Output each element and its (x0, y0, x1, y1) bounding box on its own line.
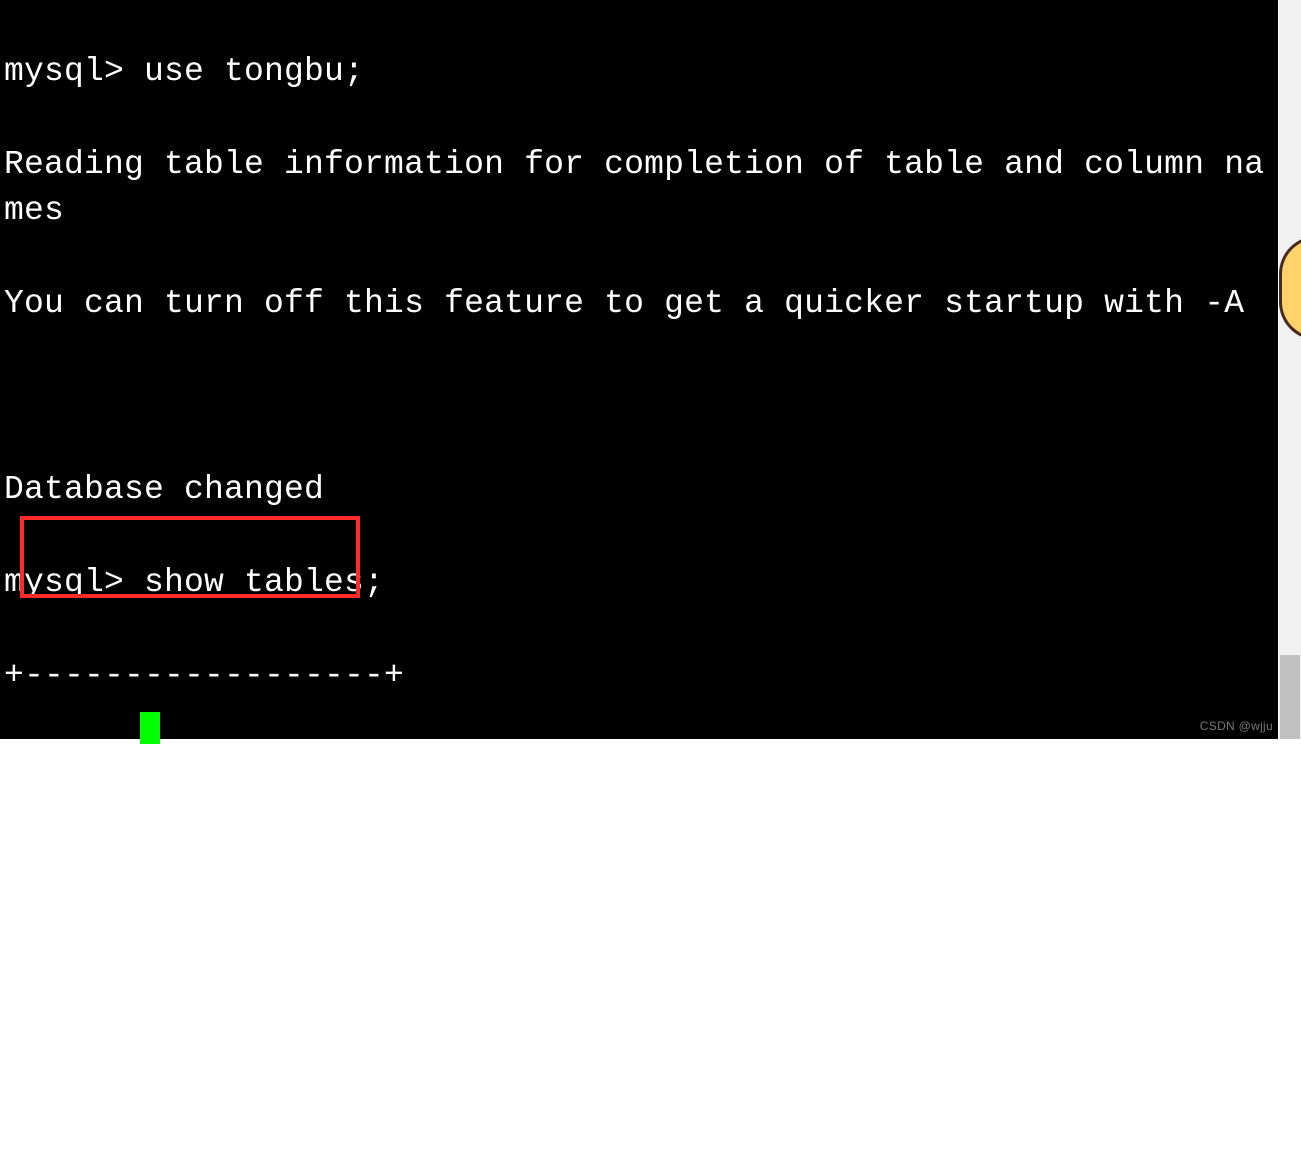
terminal-window[interactable]: mysql> use tongbu; Reading table informa… (0, 0, 1278, 739)
terminal-line: mysql> use tongbu; (4, 53, 364, 90)
watermark-text: CSDN @wjju (1200, 719, 1273, 733)
scrollbar-track[interactable] (1279, 0, 1301, 739)
terminal-line: +------------------+ (4, 657, 404, 694)
cursor-icon (140, 712, 160, 744)
terminal-line: Reading table information for completion… (4, 146, 1264, 230)
terminal-line: Database changed (4, 471, 324, 508)
terminal-line: | master | (4, 936, 404, 973)
scrollbar-thumb[interactable] (1280, 655, 1300, 739)
terminal-line: +------------------+ (4, 1029, 404, 1066)
terminal-line: 1 row in set (0.00 sec) (4, 1122, 464, 1159)
terminal-line: You can turn off this feature to get a q… (4, 285, 1244, 322)
terminal-line: mysql> show tables; (4, 564, 384, 601)
terminal-line: | Tables_in_tongbu | (4, 750, 404, 787)
terminal-line: +------------------+ (4, 843, 404, 880)
